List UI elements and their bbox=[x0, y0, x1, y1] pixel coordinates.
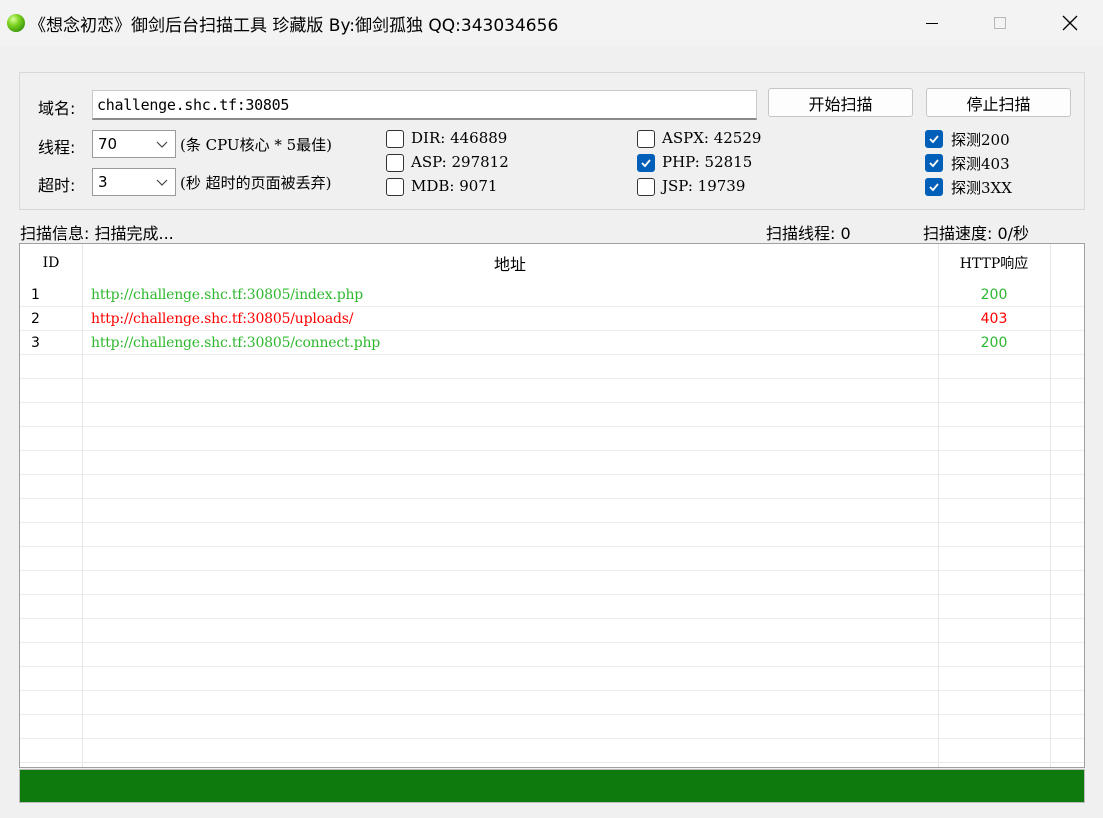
scan-speed: 扫描速度: 0/秒 bbox=[923, 224, 1030, 243]
dict-php-checkbox[interactable] bbox=[637, 154, 655, 172]
chevron-down-icon bbox=[156, 141, 168, 148]
row-divider bbox=[20, 402, 1084, 403]
row-divider bbox=[20, 618, 1084, 619]
row-divider bbox=[20, 762, 1084, 763]
timeout-label: 超时: bbox=[38, 176, 76, 195]
close-icon bbox=[1062, 15, 1078, 31]
probe-403-checkbox[interactable] bbox=[925, 154, 943, 172]
row-divider bbox=[20, 378, 1084, 379]
domain-input[interactable] bbox=[92, 90, 757, 120]
minimize-button[interactable] bbox=[897, 0, 967, 46]
probe-3xx-checkbox[interactable] bbox=[925, 178, 943, 196]
row-divider bbox=[20, 450, 1084, 451]
window-title: 《想念初恋》御剑后台扫描工具 珍藏版 By:御剑孤独 QQ:343034656 bbox=[29, 16, 559, 36]
domain-label: 域名: bbox=[38, 99, 76, 118]
dict-dir-label: DIR: 446889 bbox=[411, 129, 508, 147]
row-url: http://challenge.shc.tf:30805/connect.ph… bbox=[91, 335, 381, 351]
row-url: http://challenge.shc.tf:30805/index.php bbox=[91, 287, 364, 303]
dict-jsp-checkbox[interactable] bbox=[637, 178, 655, 196]
minimize-icon bbox=[926, 22, 938, 24]
chevron-down-icon bbox=[156, 179, 168, 186]
stop-scan-button[interactable]: 停止扫描 bbox=[926, 88, 1071, 117]
title-bar: 《想念初恋》御剑后台扫描工具 珍藏版 By:御剑孤独 QQ:343034656 bbox=[0, 0, 1103, 46]
row-id: 3 bbox=[31, 335, 40, 351]
row-divider bbox=[20, 522, 1084, 523]
row-divider bbox=[20, 690, 1084, 691]
dict-jsp-label: JSP: 19739 bbox=[662, 177, 746, 195]
probe-200-label: 探测200 bbox=[951, 131, 1010, 149]
row-divider bbox=[20, 474, 1084, 475]
checkmark-icon bbox=[641, 159, 651, 168]
dict-asp-checkbox[interactable] bbox=[386, 154, 404, 172]
row-divider bbox=[20, 642, 1084, 643]
row-divider bbox=[20, 426, 1084, 427]
dict-asp-label: ASP: 297812 bbox=[411, 153, 509, 171]
row-divider bbox=[20, 570, 1084, 571]
progress-fill bbox=[20, 770, 1084, 802]
row-divider bbox=[20, 546, 1084, 547]
dict-dir-checkbox[interactable] bbox=[386, 130, 404, 148]
start-scan-button[interactable]: 开始扫描 bbox=[768, 88, 913, 117]
probe-3xx-label: 探测3XX bbox=[951, 179, 1012, 197]
maximize-icon bbox=[994, 17, 1006, 29]
timeout-value: 3 bbox=[98, 173, 108, 191]
row-divider bbox=[20, 738, 1084, 739]
threads-hint: (条 CPU核心 * 5最佳) bbox=[180, 136, 333, 154]
dict-aspx-label: ASPX: 42529 bbox=[662, 129, 762, 147]
maximize-button[interactable] bbox=[965, 0, 1035, 46]
dict-php-label: PHP: 52815 bbox=[662, 153, 753, 171]
checkmark-icon bbox=[929, 159, 939, 168]
dict-aspx-checkbox[interactable] bbox=[637, 130, 655, 148]
row-divider bbox=[20, 594, 1084, 595]
threads-select[interactable]: 70 bbox=[92, 130, 176, 158]
threads-value: 70 bbox=[98, 135, 118, 153]
row-http-code: 200 bbox=[980, 335, 1008, 351]
dict-mdb-checkbox[interactable] bbox=[386, 178, 404, 196]
checkmark-icon bbox=[929, 183, 939, 192]
row-id: 2 bbox=[31, 311, 40, 327]
scan-progress-bar bbox=[19, 769, 1085, 803]
app-icon bbox=[7, 14, 25, 32]
close-button[interactable] bbox=[1035, 0, 1103, 46]
column-header-http[interactable]: HTTP响应 bbox=[938, 244, 1050, 282]
row-http-code: 403 bbox=[980, 311, 1008, 327]
checkmark-icon bbox=[929, 135, 939, 144]
timeout-hint: (秒 超时的页面被丢弃) bbox=[180, 174, 332, 192]
threads-label: 线程: bbox=[38, 138, 76, 157]
probe-403-label: 探测403 bbox=[951, 155, 1010, 173]
row-divider bbox=[20, 666, 1084, 667]
scan-info: 扫描信息: 扫描完成... bbox=[20, 224, 174, 243]
row-http-code: 200 bbox=[980, 287, 1008, 303]
probe-200-checkbox[interactable] bbox=[925, 130, 943, 148]
row-url: http://challenge.shc.tf:30805/uploads/ bbox=[91, 311, 354, 327]
dict-mdb-label: MDB: 9071 bbox=[411, 177, 498, 195]
column-header-address[interactable]: 地址 bbox=[82, 244, 938, 282]
results-table[interactable]: ID 地址 HTTP响应 1 http://challenge.shc.tf:30… bbox=[19, 243, 1085, 768]
row-divider bbox=[20, 714, 1084, 715]
column-header-id[interactable]: ID bbox=[20, 244, 82, 282]
row-id: 1 bbox=[31, 287, 40, 303]
row-divider bbox=[20, 498, 1084, 499]
scan-threads: 扫描线程: 0 bbox=[766, 224, 851, 243]
timeout-select[interactable]: 3 bbox=[92, 168, 176, 196]
